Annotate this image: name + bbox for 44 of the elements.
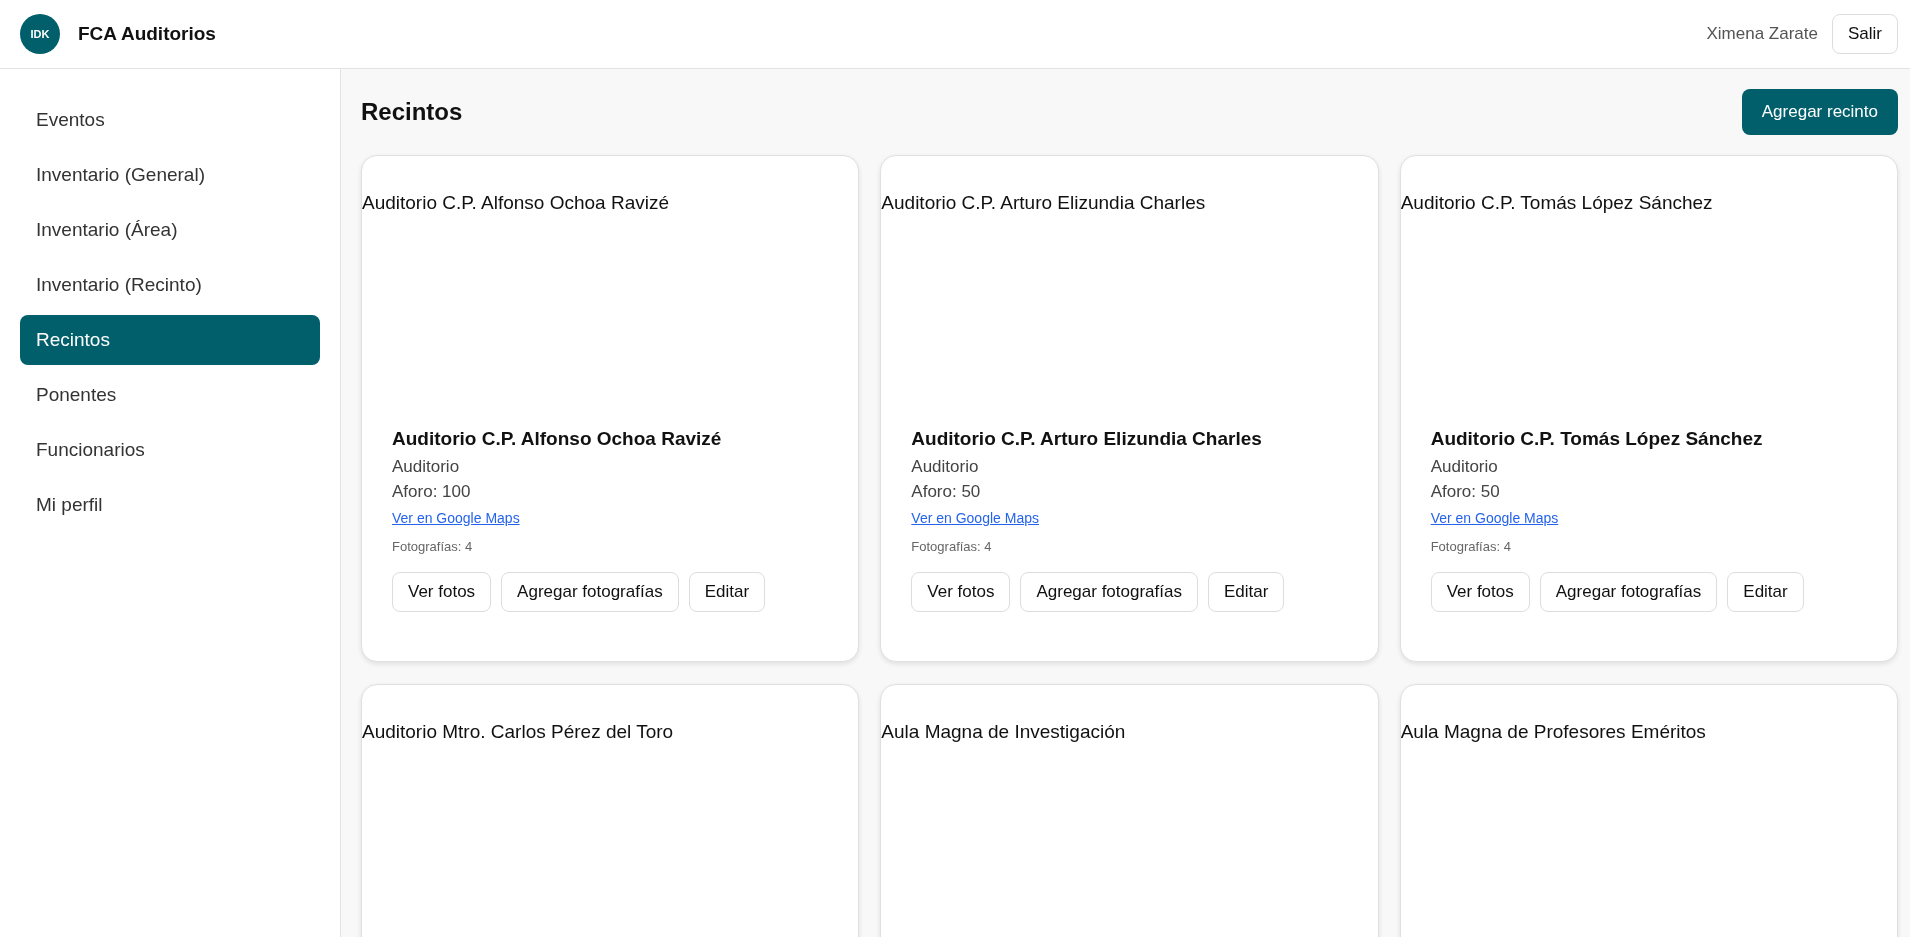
card-action-button[interactable]: Ver fotos — [911, 572, 1011, 612]
card-action-button[interactable]: Editar — [1207, 572, 1285, 612]
image-alt-text: Auditorio C.P. Alfonso Ochoa Ravizé — [362, 192, 669, 213]
add-venue-button[interactable]: Agregar recinto — [1741, 89, 1898, 135]
map-link[interactable]: Ver en Google Maps — [392, 510, 520, 526]
sidebar-item[interactable]: Inventario (Área) — [20, 205, 320, 255]
venue-capacity: Aforo: 50 — [911, 481, 982, 503]
card-action-button[interactable]: Editar — [688, 572, 766, 612]
card-action-button[interactable]: Ver fotos — [1430, 572, 1530, 612]
image-alt-text: Auditorio C.P. Tomás López Sánchez — [1400, 192, 1713, 213]
venue-type: Auditorio — [911, 456, 980, 478]
page-title: Recintos — [361, 98, 463, 126]
card-action-button[interactable]: Agregar fotografías — [1539, 572, 1718, 612]
sidebar-item[interactable]: Funcionarios — [20, 425, 320, 475]
image-alt-text: Aula Magna de Investigación — [881, 721, 1126, 742]
user-name: Ximena Zarate — [1706, 24, 1818, 44]
sidebar-item[interactable]: Ponentes — [20, 370, 320, 420]
venue-name: Auditorio C.P. Alfonso Ochoa Ravizé — [392, 428, 723, 450]
sidebar-item[interactable]: Eventos — [20, 95, 320, 145]
venue-type: Auditorio — [1430, 456, 1499, 478]
photo-count: Fotografías: 4 — [911, 539, 993, 554]
card-action-button[interactable]: Agregar fotografías — [501, 572, 679, 612]
photo-count: Fotografías: 4 — [392, 539, 474, 554]
image-alt-text: Aula Magna de Profesores Eméritos — [1400, 721, 1706, 742]
logo: IDK — [20, 14, 60, 54]
image-alt-text: Auditorio C.P. Arturo Elizundia Charles — [881, 192, 1206, 213]
venue-capacity: Aforo: 50 — [1430, 481, 1501, 503]
sidebar-item[interactable]: Inventario (Recinto) — [20, 260, 320, 310]
sidebar-item[interactable]: Inventario (General) — [20, 150, 320, 200]
sidebar-item[interactable]: Mi perfil — [20, 480, 320, 530]
map-link[interactable]: Ver en Google Maps — [911, 510, 1039, 526]
app-name: FCA Auditorios — [78, 23, 216, 45]
image-alt-text: Auditorio Mtro. Carlos Pérez del Toro — [362, 721, 674, 742]
photo-count: Fotografías: 4 — [1430, 539, 1512, 554]
venue-name: Auditorio C.P. Tomás López Sánchez — [1430, 428, 1764, 450]
card-action-button[interactable]: Agregar fotografías — [1020, 572, 1198, 612]
logout-button[interactable]: Salir — [1832, 14, 1898, 54]
card-action-button[interactable]: Editar — [1727, 572, 1804, 612]
venue-name: Auditorio C.P. Arturo Elizundia Charles — [911, 428, 1263, 450]
map-link[interactable]: Ver en Google Maps — [1430, 510, 1559, 526]
sidebar-item[interactable]: Recintos — [20, 315, 320, 365]
venue-capacity: Aforo: 100 — [392, 481, 472, 503]
card-action-button[interactable]: Ver fotos — [392, 572, 492, 612]
venue-type: Auditorio — [392, 456, 461, 478]
